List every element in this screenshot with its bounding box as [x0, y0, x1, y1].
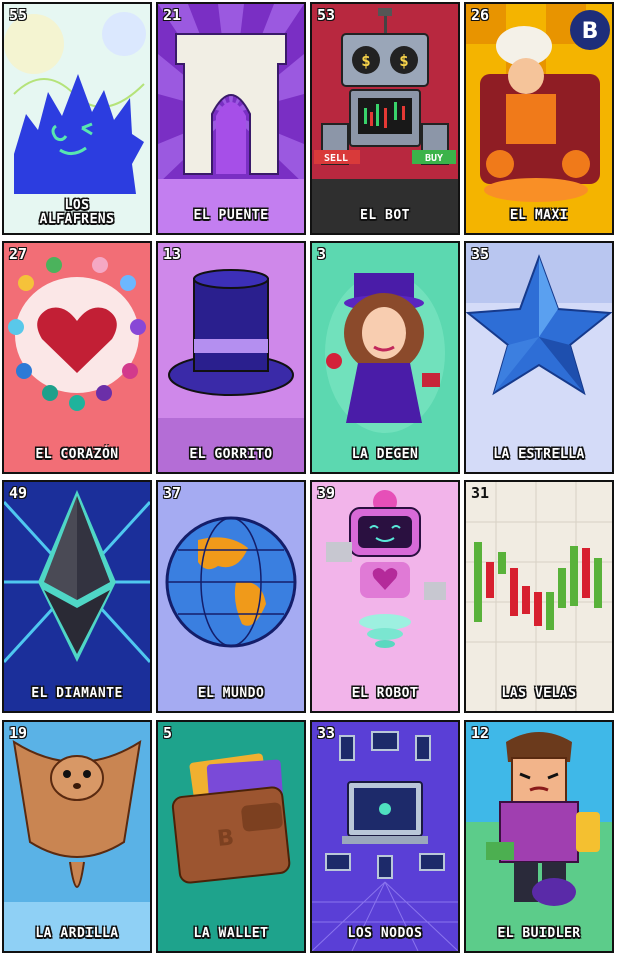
- card-number: 49: [9, 484, 28, 502]
- wallet-illustration: B: [158, 722, 304, 951]
- svg-text:$: $: [399, 51, 409, 70]
- card-title: LA ESTRELLA: [493, 447, 585, 462]
- card-el-buidler[interactable]: 12 EL BUIDLER: [464, 720, 614, 953]
- card-number: 39: [317, 484, 336, 502]
- svg-text:$: $: [361, 51, 371, 70]
- card-el-maxi[interactable]: B 26 EL MAXI: [464, 2, 614, 235]
- cute-robot-illustration: [312, 482, 458, 711]
- card-number: 53: [317, 6, 336, 24]
- degen-lady-illustration: [312, 243, 458, 472]
- card-number: 3: [317, 245, 327, 263]
- bitcoin-maxi-illustration: B: [466, 4, 612, 233]
- card-el-robot[interactable]: 39 EL ROBOT: [310, 480, 460, 713]
- card-title: LA ARDILLA: [35, 926, 119, 941]
- card-la-ardilla[interactable]: 19 LA ARDILLA: [2, 720, 152, 953]
- svg-text:B: B: [582, 19, 599, 44]
- card-el-bot[interactable]: $ $ SELL BUY 53 EL BOT: [310, 2, 460, 235]
- card-title: EL PUENTE: [193, 208, 269, 223]
- trading-bot-illustration: $ $ SELL BUY: [312, 4, 458, 233]
- card-number: 5: [163, 724, 173, 742]
- card-number: 12: [471, 724, 490, 742]
- card-title: LOS NODOS: [347, 926, 423, 941]
- card-title: EL BUIDLER: [497, 926, 581, 941]
- ethereum-diamond-illustration: [4, 482, 150, 711]
- bridge-arch-illustration: [158, 4, 304, 233]
- card-las-velas[interactable]: 31 LAS VELAS: [464, 480, 614, 713]
- svg-text:SELL: SELL: [324, 153, 348, 164]
- card-number: 21: [163, 6, 182, 24]
- card-title: LAS VELAS: [501, 686, 577, 701]
- card-title: EL CORAZÓN: [35, 447, 119, 462]
- card-el-gorrito[interactable]: 13 EL GORRITO: [156, 241, 306, 474]
- card-number: 26: [471, 6, 490, 24]
- card-el-corazon[interactable]: 27 EL CORAZÓN: [2, 241, 152, 474]
- builder-character-illustration: [466, 722, 612, 951]
- network-nodes-illustration: [312, 722, 458, 951]
- card-title: EL MAXI: [509, 208, 569, 223]
- card-number: 35: [471, 245, 490, 263]
- heart-circle-illustration: [4, 243, 150, 472]
- card-title: EL DIAMANTE: [31, 686, 123, 701]
- flying-squirrel-illustration: [4, 722, 150, 951]
- card-la-estrella[interactable]: 35 LA ESTRELLA: [464, 241, 614, 474]
- card-la-degen[interactable]: 3 LA DEGEN: [310, 241, 460, 474]
- star-illustration: [466, 243, 612, 472]
- card-number: 31: [471, 484, 490, 502]
- card-title: EL MUNDO: [197, 686, 265, 701]
- svg-text:B: B: [216, 825, 235, 852]
- candlestick-chart-illustration: [466, 482, 612, 711]
- card-number: 27: [9, 245, 28, 263]
- card-el-diamante[interactable]: 49 EL DIAMANTE: [2, 480, 152, 713]
- card-title: EL ROBOT: [351, 686, 419, 701]
- card-number: 33: [317, 724, 336, 742]
- card-el-mundo[interactable]: 37 EL MUNDO: [156, 480, 306, 713]
- card-title: LOS ALFAFRENS: [39, 198, 115, 227]
- card-number: 37: [163, 484, 182, 502]
- card-title: LA WALLET: [193, 926, 269, 941]
- card-title: EL GORRITO: [189, 447, 273, 462]
- svg-text:BUY: BUY: [425, 153, 443, 164]
- loteria-board: 55 LOS ALFAFRENS 21 EL PUENTE $ $ SELL B…: [0, 0, 618, 960]
- card-la-wallet[interactable]: B 5 LA WALLET: [156, 720, 306, 953]
- top-hat-illustration: [158, 243, 304, 472]
- card-los-nodos[interactable]: 33 LOS NODOS: [310, 720, 460, 953]
- card-number: 19: [9, 724, 28, 742]
- card-title: EL BOT: [360, 208, 410, 223]
- card-title: LA DEGEN: [351, 447, 419, 462]
- card-number: 55: [9, 6, 28, 24]
- globe-illustration: [158, 482, 304, 711]
- card-el-puente[interactable]: 21 EL PUENTE: [156, 2, 306, 235]
- card-los-alfafrens[interactable]: 55 LOS ALFAFRENS: [2, 2, 152, 235]
- card-number: 13: [163, 245, 182, 263]
